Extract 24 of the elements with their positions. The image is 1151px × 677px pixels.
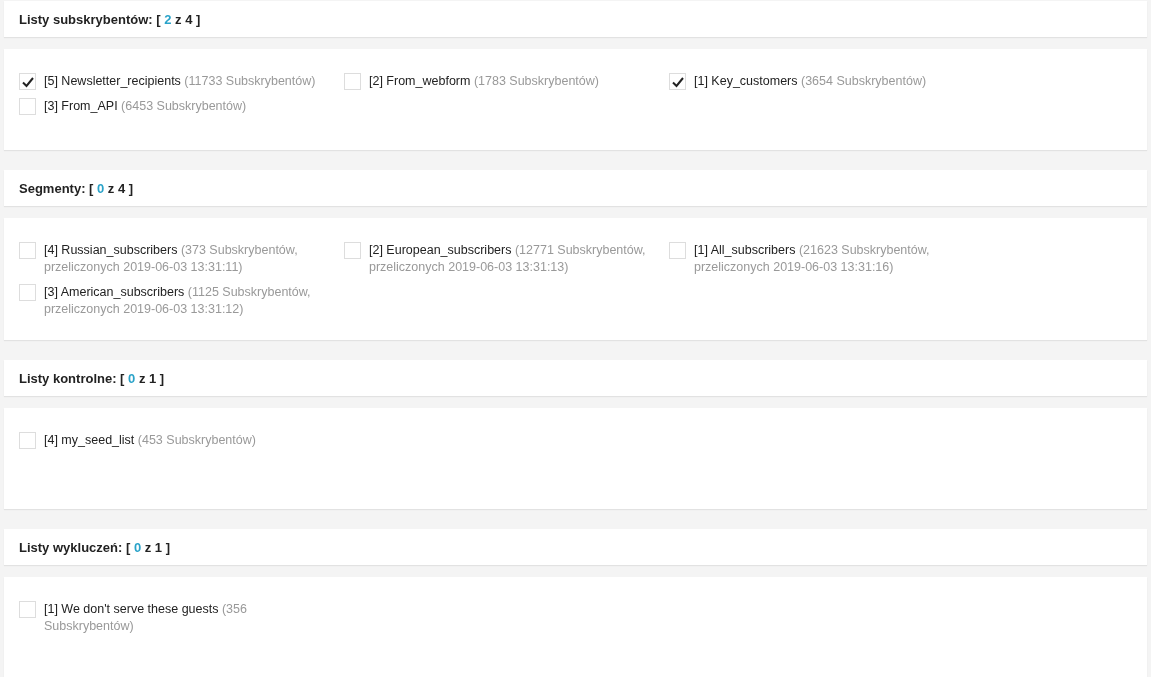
list-option-label[interactable]: [3] American_subscribers (1125 Subskrybentów, przeliczonych 2019-06-03 13:31:12) <box>44 284 337 318</box>
list-option-label[interactable]: [2] European_subscribers (12771 Subskrybentów, przeliczonych 2019-06-03 13:31:13) <box>369 242 662 276</box>
list-option-label[interactable]: [5] Newsletter_recipients (11733 Subskrybentów) <box>44 73 316 90</box>
checkbox[interactable] <box>19 284 36 301</box>
section-title: Segmenty: [ 0 z 4 ] <box>19 180 134 196</box>
section-title: Listy kontrolne: [ 0 z 1 ] <box>19 370 165 386</box>
list-option-label[interactable]: [4] my_seed_list (453 Subskrybentów) <box>44 432 256 449</box>
checkbox[interactable] <box>19 242 36 259</box>
list-option-label[interactable]: [1] Key_customers (3654 Subskrybentów) <box>694 73 927 90</box>
checkbox[interactable] <box>19 432 36 449</box>
list-option-label[interactable]: [2] From_webform (1783 Subskrybentów) <box>369 73 599 90</box>
checkbox[interactable] <box>669 242 686 259</box>
checkbox[interactable] <box>669 73 686 90</box>
list-option-label[interactable]: [1] All_subscribers (21623 Subskrybentów, przeliczonych 2019-06-03 13:31:16) <box>694 242 987 276</box>
checkbox[interactable] <box>19 601 36 618</box>
list-option-label[interactable]: [4] Russian_subscribers (373 Subskrybentów, przeliczonych 2019-06-03 13:31:11) <box>44 242 337 276</box>
checkbox[interactable] <box>344 242 361 259</box>
checkbox[interactable] <box>344 73 361 90</box>
list-option-label[interactable]: [1] We don't serve these guests (356 Subskrybentów) <box>44 601 337 635</box>
checkbox[interactable] <box>19 73 36 90</box>
section-title: Listy wykluczeń: [ 0 z 1 ] <box>19 539 170 555</box>
section-title: Listy subskrybentów: [ 2 z 4 ] <box>19 11 201 27</box>
checkbox[interactable] <box>19 98 36 115</box>
list-option-label[interactable]: [3] From_API (6453 Subskrybentów) <box>44 98 247 115</box>
